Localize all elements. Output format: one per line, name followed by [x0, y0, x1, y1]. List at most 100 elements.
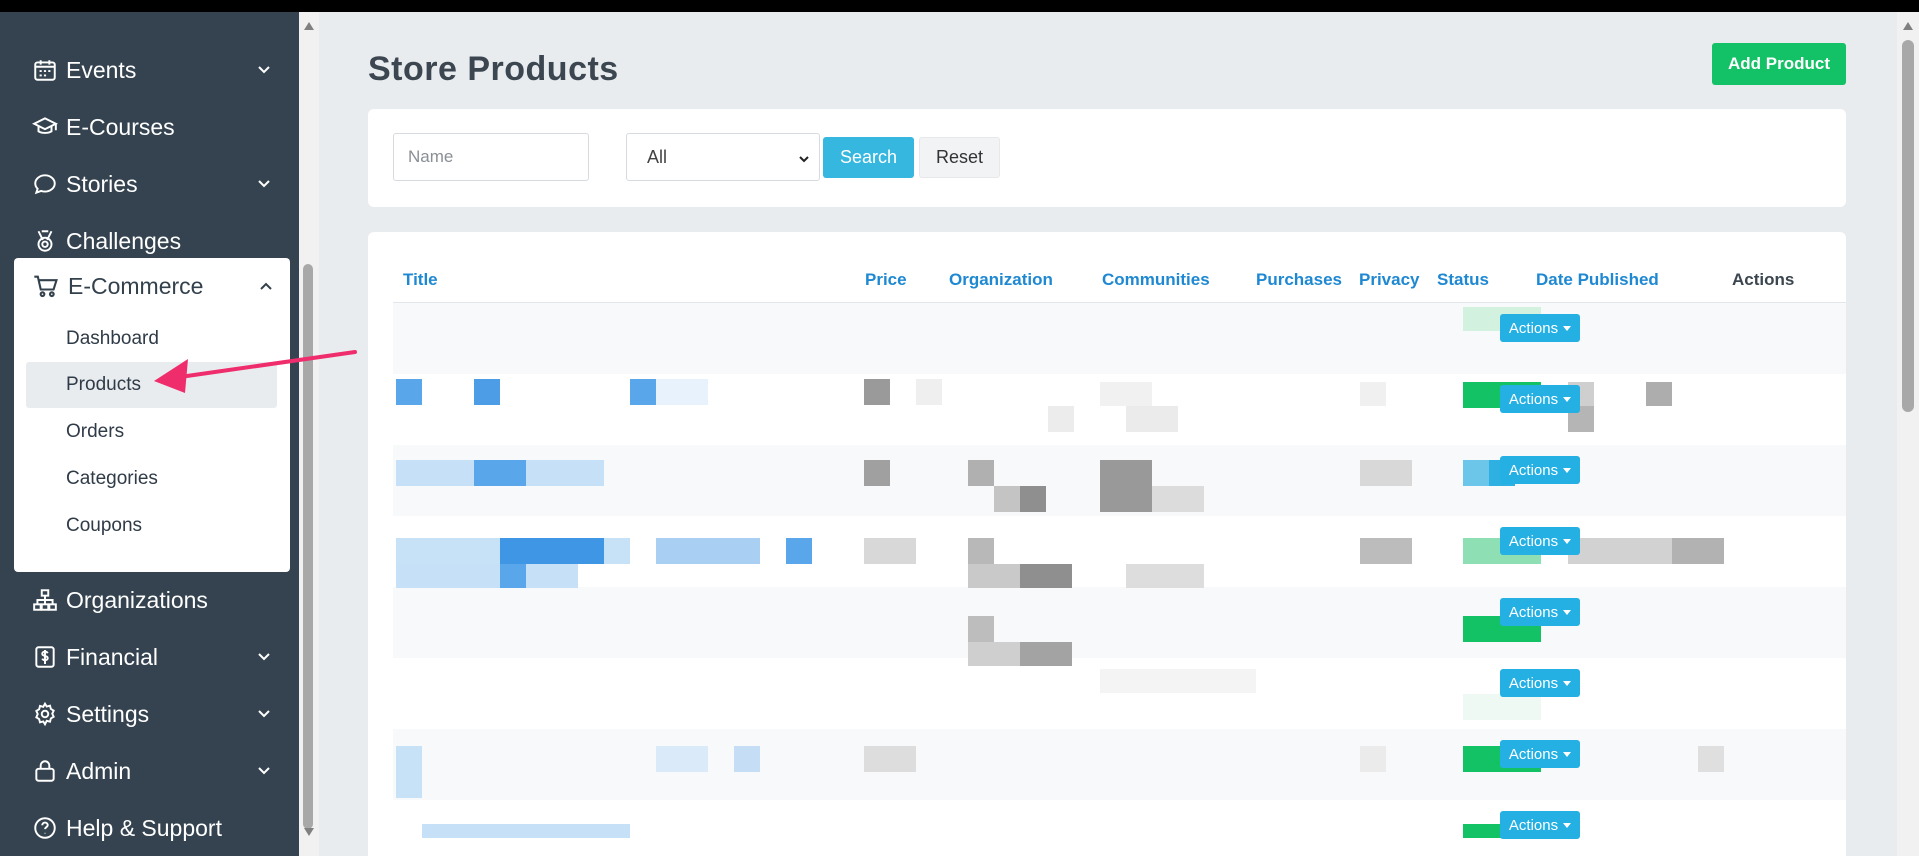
- title-blurred: [422, 824, 630, 838]
- scroll-up-arrow-icon[interactable]: [304, 22, 314, 30]
- organization-blurred: [968, 616, 994, 642]
- reset-button[interactable]: Reset: [919, 137, 1000, 178]
- chevron-up-icon: [256, 276, 276, 296]
- filter-select[interactable]: All: [626, 133, 820, 181]
- organization-blurred: [968, 460, 994, 486]
- communities-blurred: [1152, 486, 1204, 512]
- chevron-down-icon: [254, 702, 274, 722]
- sidebar-item-help-support[interactable]: Help & Support: [16, 802, 286, 854]
- sidebar-item-events[interactable]: Events: [16, 44, 286, 96]
- privacy-blurred: [1360, 460, 1412, 486]
- medal-icon: [30, 226, 60, 256]
- ecommerce-menu: E-Commerce Dashboard Products Orders Cat…: [14, 258, 290, 572]
- main-scrollbar[interactable]: [1897, 12, 1919, 856]
- sidebar-item-label: Admin: [66, 757, 132, 784]
- title-blurred: [500, 564, 526, 588]
- sidebar: Events E-Courses Stories Challenges E-Co…: [0, 12, 299, 856]
- row-actions-button[interactable]: Actions: [1500, 811, 1580, 839]
- caret-down-icon: [1563, 751, 1572, 757]
- sidebar-scrollbar[interactable]: [299, 12, 319, 856]
- add-product-button[interactable]: Add Product: [1712, 43, 1846, 85]
- price-blurred: [916, 379, 942, 405]
- privacy-blurred: [1360, 538, 1412, 564]
- row-actions-button[interactable]: Actions: [1500, 456, 1580, 484]
- column-header-organization[interactable]: Organization: [949, 270, 1053, 290]
- row-actions-button[interactable]: Actions: [1500, 385, 1580, 413]
- sidebar-item-financial[interactable]: Financial: [16, 631, 286, 683]
- scroll-up-arrow-icon[interactable]: [1903, 22, 1913, 30]
- title-blurred: [474, 460, 526, 486]
- row-actions-button[interactable]: Actions: [1500, 527, 1580, 555]
- scrollbar-thumb[interactable]: [1902, 40, 1914, 412]
- submenu-categories[interactable]: Categories: [26, 456, 277, 502]
- submenu-orders[interactable]: Orders: [26, 409, 277, 455]
- chevron-down-icon: [254, 759, 274, 779]
- table-row: [393, 587, 1846, 658]
- communities-blurred: [1100, 669, 1256, 693]
- filter-card: All Search Reset: [368, 109, 1846, 207]
- organization-blurred: [968, 538, 994, 564]
- title-blurred: [786, 538, 812, 564]
- sidebar-item-organizations[interactable]: Organizations: [16, 574, 286, 626]
- sidebar-item-settings[interactable]: Settings: [16, 688, 286, 740]
- caret-down-icon: [1563, 538, 1572, 544]
- title-blurred: [474, 379, 500, 405]
- cart-icon: [32, 271, 62, 301]
- chevron-down-icon: [254, 645, 274, 665]
- price-blurred: [864, 746, 916, 772]
- lock-icon: [30, 756, 60, 786]
- search-button[interactable]: Search: [823, 137, 914, 178]
- row-actions-button[interactable]: Actions: [1500, 314, 1580, 342]
- row-actions-button[interactable]: Actions: [1500, 598, 1580, 626]
- submenu-coupons[interactable]: Coupons: [26, 503, 277, 549]
- organization-blurred: [1048, 406, 1074, 432]
- sidebar-item-label: Settings: [66, 700, 150, 727]
- sidebar-item-admin[interactable]: Admin: [16, 745, 286, 797]
- sidebar-item-e-courses[interactable]: E-Courses: [16, 101, 286, 153]
- column-header-purchases[interactable]: Purchases: [1256, 270, 1342, 290]
- price-blurred: [864, 379, 890, 405]
- privacy-blurred: [1360, 382, 1386, 406]
- status-badge-blurred: [1463, 694, 1541, 720]
- scrollbar-thumb[interactable]: [303, 264, 313, 829]
- price-blurred: [864, 538, 916, 564]
- title-blurred: [396, 379, 422, 405]
- title-blurred: [656, 379, 708, 405]
- title-blurred: [396, 746, 422, 798]
- communities-blurred: [1126, 406, 1178, 432]
- org-chart-icon: [30, 585, 60, 615]
- table-row: [393, 729, 1846, 800]
- chat-bubble-icon: [30, 169, 60, 199]
- app-window: Events E-Courses Stories Challenges E-Co…: [0, 0, 1919, 856]
- name-search-input[interactable]: [393, 133, 589, 181]
- column-header-status[interactable]: Status: [1437, 270, 1489, 290]
- sidebar-item-label: Financial: [66, 643, 159, 670]
- title-blurred: [500, 538, 604, 564]
- organization-blurred: [1020, 642, 1072, 666]
- sidebar-item-label: E-Commerce: [68, 272, 204, 299]
- column-header-privacy[interactable]: Privacy: [1359, 270, 1420, 290]
- submenu-dashboard[interactable]: Dashboard: [26, 316, 277, 362]
- row-actions-button[interactable]: Actions: [1500, 740, 1580, 768]
- products-table: Title Price Organization Communities Pur…: [368, 232, 1846, 856]
- price-blurred: [864, 460, 890, 486]
- submenu-products[interactable]: Products: [26, 362, 277, 408]
- sidebar-item-e-commerce[interactable]: E-Commerce: [14, 258, 290, 314]
- column-header-communities[interactable]: Communities: [1102, 270, 1210, 290]
- graduation-cap-icon: [30, 112, 60, 142]
- column-header-date-published[interactable]: Date Published: [1536, 270, 1659, 290]
- caret-down-icon: [1563, 822, 1572, 828]
- date-blurred: [1568, 538, 1672, 564]
- title-blurred: [734, 746, 760, 772]
- sidebar-item-stories[interactable]: Stories: [16, 158, 286, 210]
- caret-down-icon: [1563, 325, 1572, 331]
- column-header-title[interactable]: Title: [403, 270, 438, 290]
- scroll-down-arrow-icon[interactable]: [304, 828, 314, 836]
- chevron-down-icon: [797, 150, 811, 164]
- row-actions-button[interactable]: Actions: [1500, 669, 1580, 697]
- title-blurred: [396, 564, 578, 588]
- date-blurred: [1646, 382, 1672, 406]
- dollar-doc-icon: [30, 642, 60, 672]
- column-header-price[interactable]: Price: [865, 270, 907, 290]
- title-blurred: [656, 538, 760, 564]
